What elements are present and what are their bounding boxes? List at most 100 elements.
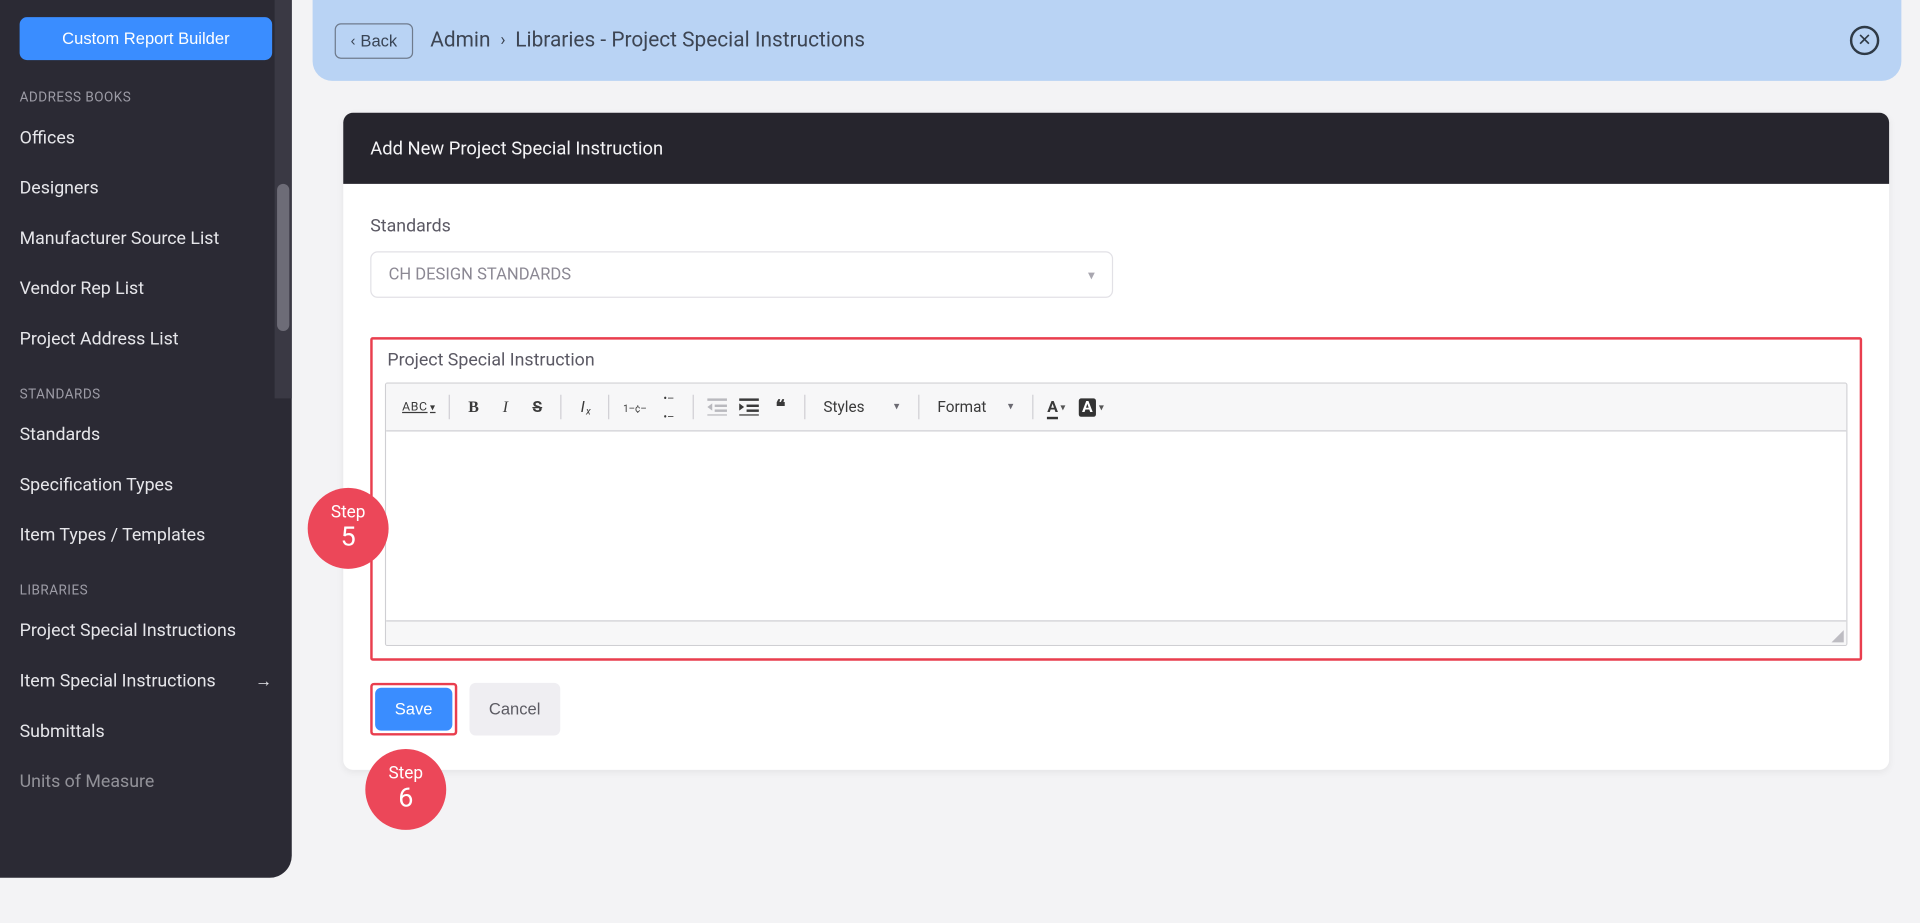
dropdown-caret-icon: ▾ <box>1099 401 1104 412</box>
background-color-icon: A <box>1078 398 1096 416</box>
toolbar-separator <box>692 395 693 420</box>
dropdown-caret-icon: ▾ <box>1060 401 1065 412</box>
breadcrumb-admin[interactable]: Admin <box>430 28 490 53</box>
text-color-icon: A <box>1047 398 1058 416</box>
sidebar-item-standards[interactable]: Standards <box>0 409 292 459</box>
step-badge-5: Step 5 <box>308 488 389 569</box>
card-title: Add New Project Special Instruction <box>343 113 1889 184</box>
sidebar-item-designers[interactable]: Designers <box>0 163 292 213</box>
sidebar-item-label: Manufacturer Source List <box>20 228 220 249</box>
cancel-button[interactable]: Cancel <box>469 683 560 736</box>
indent-icon <box>739 398 759 415</box>
breadcrumb-current: Libraries - Project Special Instructions <box>515 28 865 53</box>
sidebar-item-label: Item Special Instructions <box>20 671 216 692</box>
sidebar-item-label: Designers <box>20 178 99 199</box>
sidebar-item-label: Submittals <box>20 721 105 742</box>
dropdown-caret-icon: ▾ <box>1008 401 1014 413</box>
sidebar-section-standards: STANDARDS <box>0 379 292 410</box>
bulleted-list-button[interactable] <box>655 394 682 421</box>
arrow-right-icon: → <box>255 671 272 692</box>
save-button[interactable]: Save <box>375 688 452 731</box>
save-highlight-box: Save <box>370 683 457 736</box>
spellcheck-button[interactable]: ABC▾ <box>398 394 439 421</box>
sidebar-section-address-books: ADDRESS BOOKS <box>0 82 292 113</box>
sidebar-item-submittals[interactable]: Submittals <box>0 706 292 756</box>
editor-highlight-box: Project Special Instruction ABC▾ B I S I <box>370 337 1862 661</box>
sidebar-item-specification-types[interactable]: Specification Types <box>0 460 292 510</box>
numbered-list-icon <box>623 398 647 416</box>
step-badge-number: 6 <box>398 784 413 815</box>
blockquote-button[interactable]: ❝ <box>767 394 794 421</box>
sidebar-scrollbar-thumb[interactable] <box>277 184 289 331</box>
toolbar-separator <box>561 395 562 420</box>
indent-button[interactable] <box>735 394 762 421</box>
step-badge-label: Step <box>331 503 366 523</box>
close-icon: ✕ <box>1857 31 1871 51</box>
numbered-list-button[interactable] <box>619 394 650 421</box>
sidebar-item-offices[interactable]: Offices <box>0 113 292 163</box>
back-button-label: Back <box>360 31 397 49</box>
format-select[interactable]: Format ▾ <box>929 394 1022 420</box>
bold-button[interactable]: B <box>460 394 487 421</box>
sidebar-section-libraries: LIBRARIES <box>0 575 292 606</box>
editor-toolbar: ABC▾ B I S I ❝ <box>386 384 1846 432</box>
italic-button[interactable]: I <box>492 394 519 421</box>
outdent-icon <box>707 398 727 415</box>
sidebar-scrollbar-track[interactable] <box>275 0 292 398</box>
toolbar-separator <box>1032 395 1033 420</box>
breadcrumb: Admin › Libraries - Project Special Inst… <box>430 28 865 53</box>
sidebar-item-vendor-rep-list[interactable]: Vendor Rep List <box>0 264 292 314</box>
custom-report-builder-button[interactable]: Custom Report Builder <box>20 17 273 60</box>
standards-select-value: CH DESIGN STANDARDS <box>389 265 572 285</box>
dropdown-caret-icon: ▾ <box>430 401 436 412</box>
main-card: Add New Project Special Instruction Stan… <box>343 113 1889 770</box>
sidebar-item-item-special-instructions[interactable]: Item Special Instructions → <box>0 656 292 706</box>
bulleted-list-icon <box>663 389 674 426</box>
sidebar-item-label: Offices <box>20 127 75 148</box>
step-badge-number: 5 <box>341 523 356 554</box>
standards-select[interactable]: CH DESIGN STANDARDS ▾ <box>370 251 1113 298</box>
step-badge-label: Step <box>388 764 423 784</box>
sidebar-item-label: Standards <box>20 424 101 445</box>
outdent-button[interactable] <box>703 394 730 421</box>
text-color-button[interactable]: A▾ <box>1043 394 1070 421</box>
sidebar-item-label: Item Types / Templates <box>20 525 206 546</box>
standards-label: Standards <box>370 216 1862 237</box>
dropdown-caret-icon: ▾ <box>894 401 900 413</box>
sidebar-item-label: Specification Types <box>20 474 174 495</box>
chevron-down-icon: ▾ <box>1088 267 1095 283</box>
strikethrough-button[interactable]: S <box>524 394 551 421</box>
background-color-button[interactable]: A▾ <box>1075 394 1108 421</box>
sidebar-item-manufacturer-source-list[interactable]: Manufacturer Source List <box>0 213 292 263</box>
resize-handle[interactable] <box>1831 630 1843 642</box>
editor-footer <box>386 620 1846 645</box>
step-badge-6: Step 6 <box>365 749 446 830</box>
toolbar-separator <box>918 395 919 420</box>
sidebar-item-project-special-instructions[interactable]: Project Special Instructions <box>0 606 292 656</box>
close-button[interactable]: ✕ <box>1850 26 1879 55</box>
sidebar-item-label: Project Address List <box>20 329 179 350</box>
chevron-right-icon: › <box>500 31 505 51</box>
styles-select[interactable]: Styles ▾ <box>815 394 908 420</box>
sidebar-item-units-of-measure[interactable]: Units of Measure <box>0 756 292 806</box>
sidebar-item-label: Project Special Instructions <box>20 620 236 641</box>
topbar: ‹ Back Admin › Libraries - Project Speci… <box>313 0 1902 81</box>
styles-select-label: Styles <box>823 398 864 416</box>
chevron-left-icon: ‹ <box>351 32 356 49</box>
remove-format-button[interactable]: I <box>572 394 599 421</box>
format-select-label: Format <box>937 398 986 416</box>
toolbar-separator <box>608 395 609 420</box>
sidebar-item-label: Units of Measure <box>20 771 155 792</box>
rich-text-editor: ABC▾ B I S I ❝ <box>385 382 1847 646</box>
form-actions: Save Cancel <box>370 683 1862 736</box>
back-button[interactable]: ‹ Back <box>335 23 413 59</box>
toolbar-separator <box>449 395 450 420</box>
sidebar-item-item-types-templates[interactable]: Item Types / Templates <box>0 510 292 560</box>
toolbar-separator <box>804 395 805 420</box>
sidebar-item-project-address-list[interactable]: Project Address List <box>0 314 292 364</box>
sidebar: Custom Report Builder ADDRESS BOOKS Offi… <box>0 0 292 878</box>
editor-content-area[interactable] <box>386 432 1846 621</box>
editor-label: Project Special Instruction <box>387 349 1847 370</box>
sidebar-item-label: Vendor Rep List <box>20 278 144 299</box>
spellcheck-label: ABC <box>402 400 427 413</box>
